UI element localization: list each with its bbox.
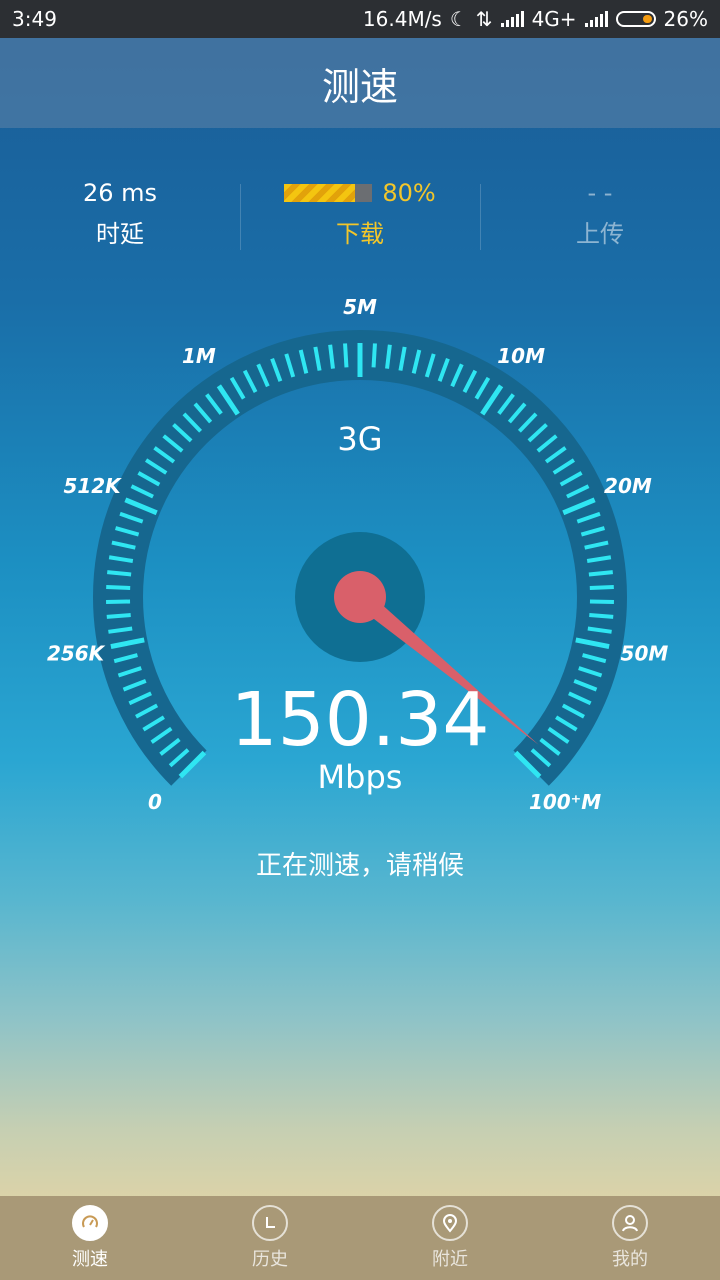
status-indicators: 16.4M/s ☾ ⇅ 4G+ 26% xyxy=(363,7,708,31)
download-percent: 80% xyxy=(382,178,436,207)
nav-label-speedtest: 测速 xyxy=(72,1249,108,1270)
nav-item-profile[interactable]: 我的 xyxy=(540,1196,720,1280)
status-message: 正在测速，请稍候 xyxy=(255,851,464,881)
gauge-tick xyxy=(589,585,614,590)
nav-label-profile: 我的 xyxy=(612,1249,648,1270)
bottom-nav: 测速 历史 附近 我的 xyxy=(0,1196,720,1280)
gauge-tick xyxy=(588,570,613,577)
latency-label: 时延 xyxy=(96,219,144,248)
gauge-scale-label: 50M xyxy=(621,642,669,666)
download-stat: 80% 下载 xyxy=(240,168,480,258)
nav-item-nearby[interactable]: 附近 xyxy=(360,1196,540,1280)
speed-value: 150.34 xyxy=(230,677,490,763)
network-speed: 16.4M/s xyxy=(362,7,442,31)
gauge-needle-hub xyxy=(334,571,386,623)
gauge-scale-label: 5M xyxy=(343,295,377,319)
gauge-tick xyxy=(371,343,377,368)
gauge-scale-label: 256K xyxy=(47,642,106,666)
status-time: 3:49 xyxy=(12,7,57,31)
latency-stat: 26 ms 时延 xyxy=(0,168,240,258)
gauge-tick xyxy=(106,613,131,619)
location-pin-icon xyxy=(432,1205,468,1241)
status-bar: 3:49 16.4M/s ☾ ⇅ 4G+ 26% xyxy=(0,0,720,38)
gauge-scale-label: 10M xyxy=(497,344,545,368)
download-progress-row: 80% xyxy=(284,178,436,208)
latency-value: 26 ms xyxy=(82,178,158,207)
download-progress-fill xyxy=(284,183,355,202)
speedometer-icon xyxy=(72,1205,108,1241)
title-bar: 测速 xyxy=(0,38,720,128)
data-transfer-icon: ⇅ xyxy=(475,7,493,31)
battery-percent: 26% xyxy=(663,7,708,31)
gauge-scale-label: 20M xyxy=(604,474,652,498)
gauge-tick xyxy=(385,344,392,369)
signal-icon-2 xyxy=(584,11,608,27)
gauge-tick xyxy=(589,613,614,619)
nav-item-history[interactable]: 历史 xyxy=(180,1196,360,1280)
signal-icon xyxy=(500,11,524,27)
network-type: 4G+ xyxy=(531,7,577,31)
gauge-tick xyxy=(328,344,335,369)
history-icon xyxy=(252,1205,288,1241)
nav-label-history: 历史 xyxy=(252,1249,288,1270)
gauge-tick xyxy=(343,343,349,368)
download-label: 下载 xyxy=(336,219,384,248)
nav-item-speedtest[interactable]: 测速 xyxy=(0,1196,180,1280)
upload-label: 上传 xyxy=(576,219,624,248)
stats-row: 26 ms 时延 80% 下载 - - 上传 xyxy=(0,168,720,258)
gauge-network-type: 3G xyxy=(337,420,382,458)
download-progress-bar xyxy=(284,183,373,202)
upload-stat: - - 上传 xyxy=(480,168,720,258)
upload-value: - - xyxy=(587,178,613,207)
gauge-scale-label: 512K xyxy=(63,474,122,498)
gauge-tick xyxy=(107,570,132,577)
gauge-tick xyxy=(106,585,131,590)
moon-icon: ☾ xyxy=(449,7,468,31)
nav-label-nearby: 附近 xyxy=(432,1249,468,1270)
speed-unit: Mbps xyxy=(317,758,403,796)
gauge-scale-label: 1M xyxy=(182,344,216,368)
profile-icon xyxy=(612,1205,648,1241)
battery-icon xyxy=(615,11,656,27)
page-title: 测速 xyxy=(321,64,398,109)
